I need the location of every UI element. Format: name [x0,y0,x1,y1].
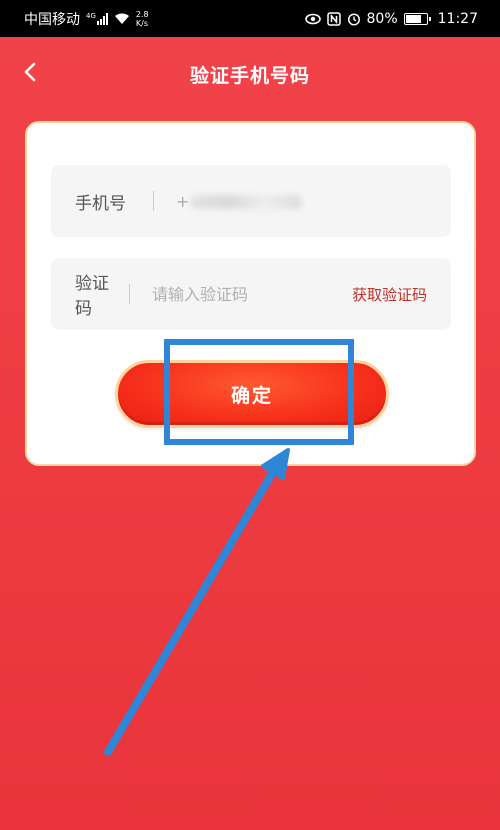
code-label: 验证码 [75,274,109,319]
get-code-button[interactable]: 获取验证码 [352,284,427,305]
signal-icon: 4G [86,11,108,25]
status-bar: 中国移动 4G 2.8 K/s 80% 11:27 [0,0,500,37]
highlight-annotation-box [164,339,354,445]
code-input[interactable] [151,284,352,304]
battery-percent: 80% [366,10,398,27]
wifi-icon [114,12,129,24]
phone-label: 手机号 [75,193,126,214]
code-field[interactable]: 验证码 获取验证码 [51,258,451,330]
alarm-icon [347,12,360,26]
blurred-phone-number [191,195,302,209]
phone-field[interactable]: 手机号 + [51,165,451,237]
field-divider [153,191,154,211]
eye-icon [304,13,321,24]
clock: 11:27 [437,10,478,27]
page-title: 验证手机号码 [189,65,310,87]
app-header: 验证手机号码 [0,37,500,109]
network-speed: 2.8 K/s [135,9,149,28]
network-type: 4G [86,11,96,20]
field-divider [129,284,130,304]
battery-icon [403,12,431,25]
phone-value: + [176,192,427,211]
carrier-label: 中国移动 [24,11,80,28]
nfc-icon [326,11,341,26]
